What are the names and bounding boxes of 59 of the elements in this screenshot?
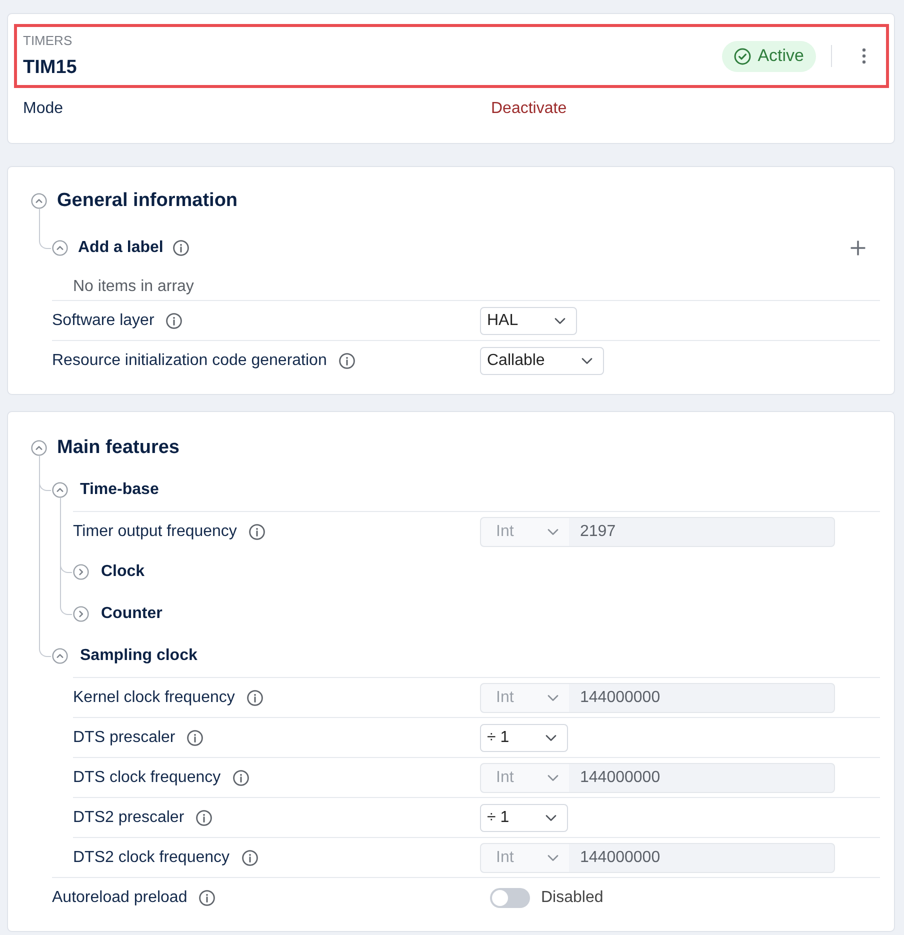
- chevron-right-icon[interactable]: [73, 606, 89, 622]
- info-icon[interactable]: [166, 312, 182, 328]
- info-icon[interactable]: [246, 690, 263, 706]
- category-label: TIMERS: [23, 32, 72, 50]
- chevron-up-icon[interactable]: [52, 648, 68, 664]
- more-icon: [862, 48, 866, 64]
- tree-connector: [39, 635, 51, 657]
- group-title: Clock: [101, 563, 145, 581]
- section-title: General information: [57, 190, 238, 212]
- plus-icon[interactable]: [850, 240, 866, 256]
- field-label: DTS prescaler: [73, 728, 176, 746]
- chevron-down-icon: [547, 854, 559, 862]
- chevron-down-icon: [545, 734, 558, 742]
- field-label: Resource initialization code generation: [52, 352, 327, 370]
- field-label: Software layer: [52, 312, 154, 330]
- toggle-status-label: Disabled: [541, 888, 604, 906]
- info-icon[interactable]: [248, 524, 265, 540]
- chevron-down-icon: [547, 528, 559, 536]
- field-label: DTS clock frequency: [73, 768, 221, 786]
- field-label: DTS2 clock frequency: [73, 848, 230, 866]
- info-icon[interactable]: [187, 730, 204, 746]
- chevron-up-icon[interactable]: [52, 482, 68, 498]
- info-icon[interactable]: [232, 770, 249, 786]
- chevron-down-icon: [580, 356, 593, 364]
- chevron-down-icon: [547, 694, 559, 702]
- chevron-down-icon: [547, 774, 559, 782]
- chevron-up-icon[interactable]: [52, 240, 68, 256]
- chevron-down-icon: [545, 814, 558, 822]
- group-title: Sampling clock: [80, 647, 198, 665]
- check-circle-icon: [734, 48, 751, 64]
- toggle-switch[interactable]: [490, 888, 530, 908]
- empty-message: No items in array: [73, 278, 194, 296]
- field-label: Timer output frequency: [73, 522, 237, 540]
- group-title: Time-base: [80, 481, 159, 499]
- mode-label: Mode: [23, 99, 64, 119]
- dropdown[interactable]: Callable: [480, 346, 604, 374]
- deactivate-link[interactable]: Deactivate: [491, 98, 567, 120]
- status-label: Active: [758, 46, 804, 66]
- field-label: Autoreload preload: [52, 888, 188, 906]
- info-icon[interactable]: [338, 352, 355, 368]
- field-label: DTS2 prescaler: [73, 808, 184, 826]
- dropdown[interactable]: ÷ 1: [480, 724, 568, 752]
- info-icon[interactable]: [242, 850, 258, 866]
- section-title: Main features: [57, 437, 180, 459]
- chevron-down-icon: [554, 316, 566, 324]
- dropdown[interactable]: ÷ 1: [480, 804, 568, 832]
- tree-connector: [39, 222, 51, 249]
- dropdown[interactable]: HAL: [480, 306, 578, 334]
- chevron-up-icon[interactable]: [31, 193, 47, 209]
- group-title: Add a label: [78, 239, 164, 257]
- info-icon[interactable]: [196, 810, 212, 826]
- chevron-right-icon[interactable]: [73, 564, 89, 580]
- peripheral-title: TIM15: [23, 56, 77, 80]
- tree-connector: [60, 593, 72, 615]
- group-title: Counter: [101, 605, 162, 623]
- info-icon[interactable]: [199, 890, 216, 906]
- chevron-up-icon[interactable]: [31, 440, 47, 456]
- info-icon[interactable]: [173, 240, 190, 256]
- field-label: Kernel clock frequency: [73, 688, 235, 706]
